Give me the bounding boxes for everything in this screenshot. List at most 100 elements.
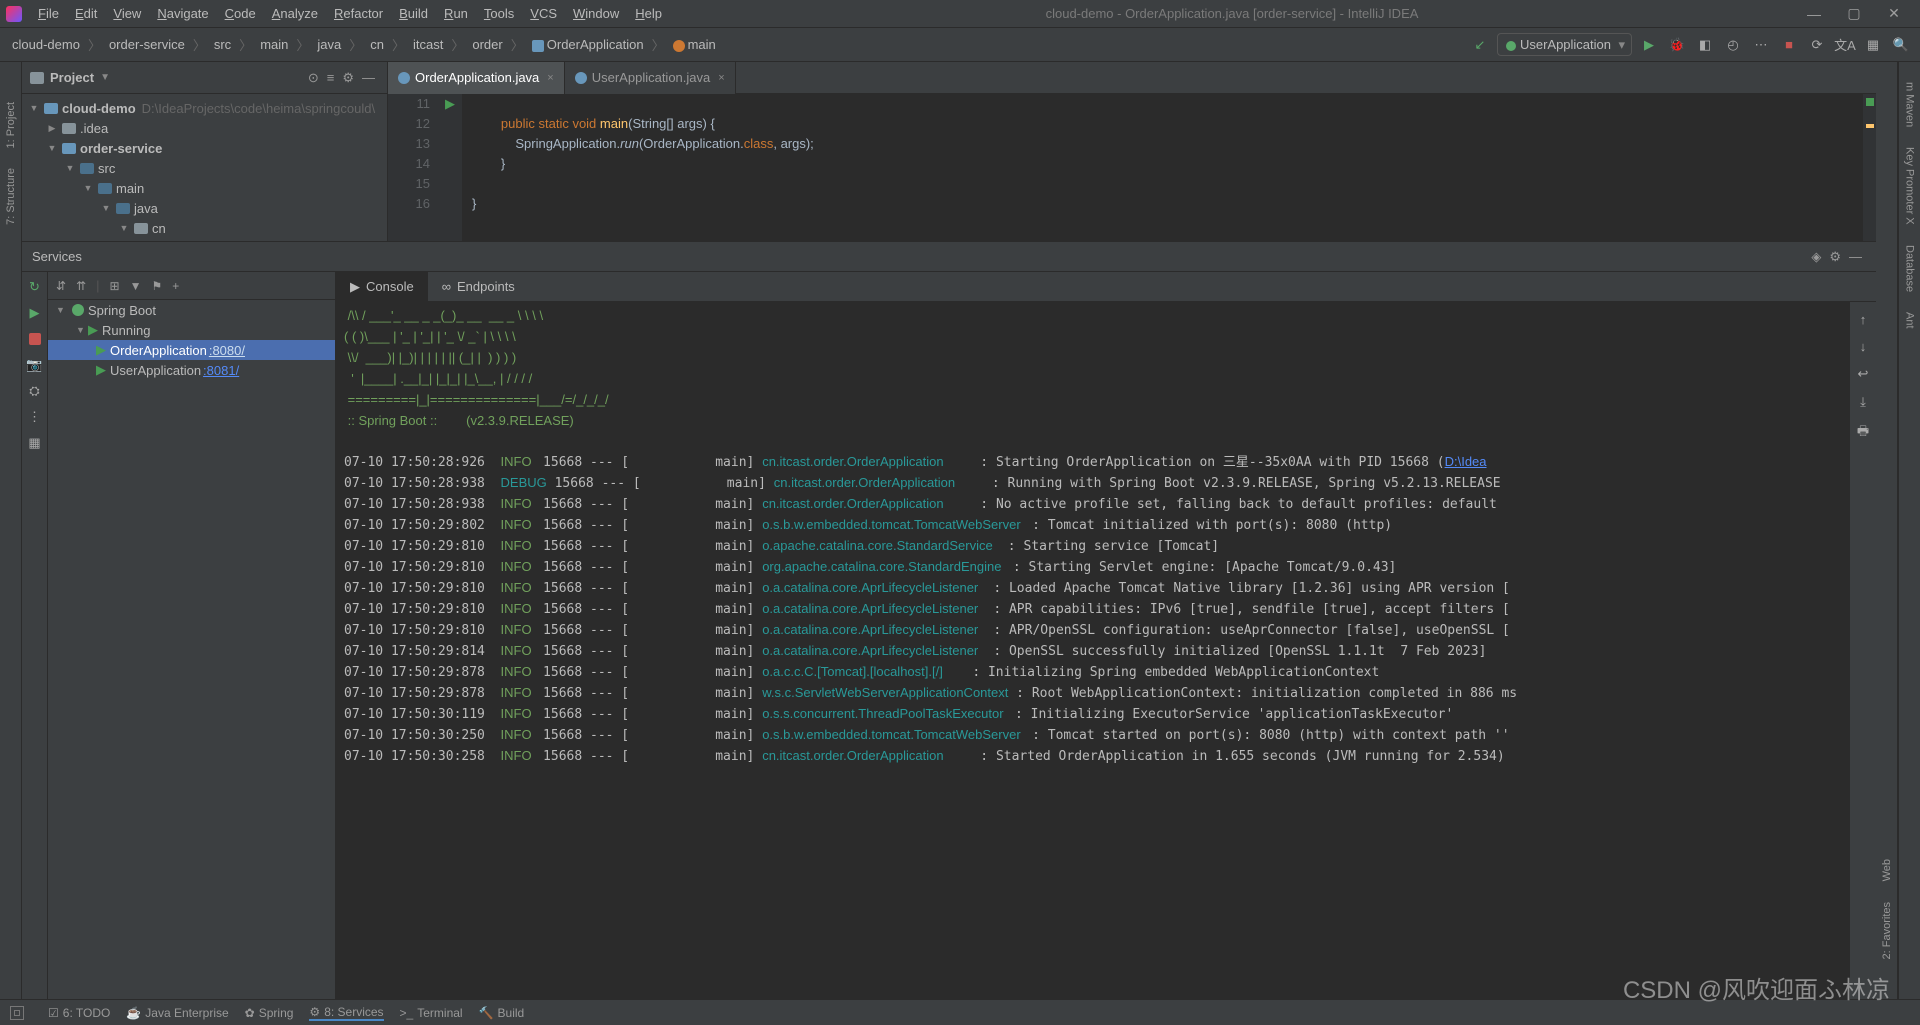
maximize-button[interactable]: ▢ [1834, 5, 1874, 22]
breadcrumb-itcast[interactable]: itcast [409, 35, 447, 54]
stop-button[interactable]: ■ [1778, 34, 1800, 56]
menu-view[interactable]: View [105, 2, 149, 25]
expand-all-icon[interactable]: ≡ [327, 70, 335, 85]
breadcrumb-main[interactable]: main [669, 35, 720, 54]
status-todo[interactable]: ☑6: TODO [48, 1005, 110, 1021]
breadcrumb-order[interactable]: order [468, 35, 506, 54]
status-spring[interactable]: ✿Spring [245, 1005, 294, 1021]
service-node-OrderApplication[interactable]: ▶OrderApplication :8080/ [48, 340, 335, 360]
structure-tool-button[interactable]: 7: Structure [5, 168, 17, 225]
soft-wrap-icon[interactable]: ↩ [1858, 366, 1869, 382]
tree-root[interactable]: ▼cloud-demoD:\IdeaProjects\code\heima\sp… [22, 98, 387, 118]
menu-vcs[interactable]: VCS [522, 2, 565, 25]
tree-node-java[interactable]: ▼java [22, 198, 387, 218]
menu-help[interactable]: Help [627, 2, 670, 25]
status-services[interactable]: ⚙8: Services [309, 1005, 383, 1021]
run-config-selector[interactable]: UserApplication [1497, 33, 1632, 56]
tree-node-cn[interactable]: ▼cn [22, 218, 387, 238]
select-opened-file-icon[interactable]: ⊙ [308, 70, 319, 86]
add-service-button[interactable]: + [172, 279, 179, 293]
breadcrumb-src[interactable]: src [210, 35, 235, 54]
scroll-up-icon[interactable]: ↑ [1860, 312, 1867, 327]
menu-code[interactable]: Code [217, 2, 264, 25]
maven-tool-button[interactable]: m Maven [1904, 82, 1916, 127]
tree-node-main[interactable]: ▼main [22, 178, 387, 198]
service-node-Running[interactable]: ▼▶Running [48, 320, 335, 340]
breadcrumb-java[interactable]: java [313, 35, 345, 54]
services-filter-icon[interactable]: ⛭ [26, 382, 44, 400]
debug-button[interactable]: 🐞 [1666, 34, 1688, 56]
coverage-button[interactable]: ◧ [1694, 34, 1716, 56]
scroll-to-end-icon[interactable]: ⤓ [1860, 394, 1866, 410]
build-icon[interactable]: ↙ [1469, 34, 1491, 56]
menu-tools[interactable]: Tools [476, 2, 522, 25]
editor-error-stripe[interactable] [1862, 94, 1876, 241]
keypromoter-tool-button[interactable]: Key Promoter X [1904, 147, 1916, 225]
database-tool-button[interactable]: Database [1904, 245, 1916, 292]
status-terminal[interactable]: >_Terminal [400, 1005, 463, 1021]
tree-node-src[interactable]: ▼src [22, 158, 387, 178]
services-group-icon[interactable]: ▦ [26, 434, 44, 452]
console-output[interactable]: /\\ / ___'_ __ _ _(_)_ __ __ _ \ \ \ \ (… [336, 302, 1850, 999]
services-hide-icon[interactable]: — [1849, 249, 1862, 264]
menu-file[interactable]: File [30, 2, 67, 25]
editor-tab-OrderApplication.java[interactable]: OrderApplication.java× [388, 62, 565, 94]
group-icon[interactable]: ⊞ [110, 279, 120, 293]
editor-content[interactable]: 111213141516 ▶ public static void main(S… [388, 94, 1876, 241]
profile-button[interactable]: ◴ [1722, 34, 1744, 56]
breadcrumb-cloud-demo[interactable]: cloud-demo [8, 35, 84, 54]
tree-node-itcast[interactable]: ▼itcast [22, 238, 387, 241]
settings-icon[interactable]: ⚙ [342, 70, 354, 86]
service-node-Spring Boot[interactable]: ▼Spring Boot [48, 300, 335, 320]
breadcrumb-main[interactable]: main [256, 35, 292, 54]
run-button[interactable]: ▶ [1638, 34, 1660, 56]
menu-analyze[interactable]: Analyze [264, 2, 326, 25]
minimize-button[interactable]: — [1794, 6, 1834, 22]
services-more-icon[interactable]: ⋮ [26, 408, 44, 426]
layout-icon[interactable]: ▦ [1862, 34, 1884, 56]
console-tab-console[interactable]: ▶Console [336, 272, 428, 302]
breadcrumb-OrderApplication[interactable]: OrderApplication [528, 35, 648, 54]
update-button[interactable]: ⟳ [1806, 34, 1828, 56]
scroll-down-icon[interactable]: ↓ [1860, 339, 1867, 354]
print-icon[interactable]: 🖶 [1857, 422, 1869, 444]
menu-navigate[interactable]: Navigate [149, 2, 216, 25]
tree-node-order-service[interactable]: ▼order-service [22, 138, 387, 158]
translate-icon[interactable]: 文A [1834, 34, 1856, 56]
menu-edit[interactable]: Edit [67, 2, 105, 25]
collapse-icon[interactable]: ⇈ [76, 279, 86, 293]
hide-icon[interactable]: — [362, 70, 375, 85]
services-run-button[interactable]: ▶ [26, 304, 44, 322]
project-view-title[interactable]: Project [50, 70, 94, 85]
editor-tab-UserApplication.java[interactable]: UserApplication.java× [565, 62, 736, 94]
search-icon[interactable]: 🔍 [1890, 34, 1912, 56]
close-tab-icon[interactable]: × [718, 72, 724, 84]
chevron-down-icon[interactable]: ▼ [100, 72, 110, 83]
close-tab-icon[interactable]: × [547, 72, 553, 84]
menu-build[interactable]: Build [391, 2, 436, 25]
attach-button[interactable]: ⋯ [1750, 34, 1772, 56]
status-javaenterprise[interactable]: ☕Java Enterprise [126, 1005, 228, 1021]
close-button[interactable]: ✕ [1874, 5, 1914, 22]
menu-window[interactable]: Window [565, 2, 627, 25]
services-layout-icon[interactable]: ◈ [1811, 249, 1821, 265]
service-node-UserApplication[interactable]: ▶UserApplication :8081/ [48, 360, 335, 380]
console-tab-endpoints[interactable]: ∞Endpoints [428, 272, 529, 302]
tree-node-.idea[interactable]: ▶.idea [22, 118, 387, 138]
ant-tool-button[interactable]: Ant [1904, 312, 1916, 329]
filter-icon[interactable]: ▼ [130, 279, 142, 293]
project-tool-button[interactable]: 1: Project [5, 102, 17, 148]
menu-run[interactable]: Run [436, 2, 476, 25]
filter2-icon[interactable]: ⚑ [151, 279, 162, 293]
menu-refactor[interactable]: Refactor [326, 2, 391, 25]
breadcrumb-order-service[interactable]: order-service [105, 35, 189, 54]
services-settings-icon[interactable]: ⚙ [1829, 249, 1841, 265]
status-build[interactable]: 🔨Build [479, 1005, 525, 1021]
rerun-button[interactable]: ↻ [26, 278, 44, 296]
expand-icon[interactable]: ⇵ [56, 279, 66, 293]
favorites-tool-button[interactable]: 2: Favorites [1881, 902, 1893, 959]
tool-windows-icon[interactable] [10, 1006, 24, 1020]
project-tree[interactable]: ▼cloud-demoD:\IdeaProjects\code\heima\sp… [22, 94, 387, 241]
services-stop-button[interactable] [26, 330, 44, 348]
web-tool-button[interactable]: Web [1881, 859, 1893, 881]
